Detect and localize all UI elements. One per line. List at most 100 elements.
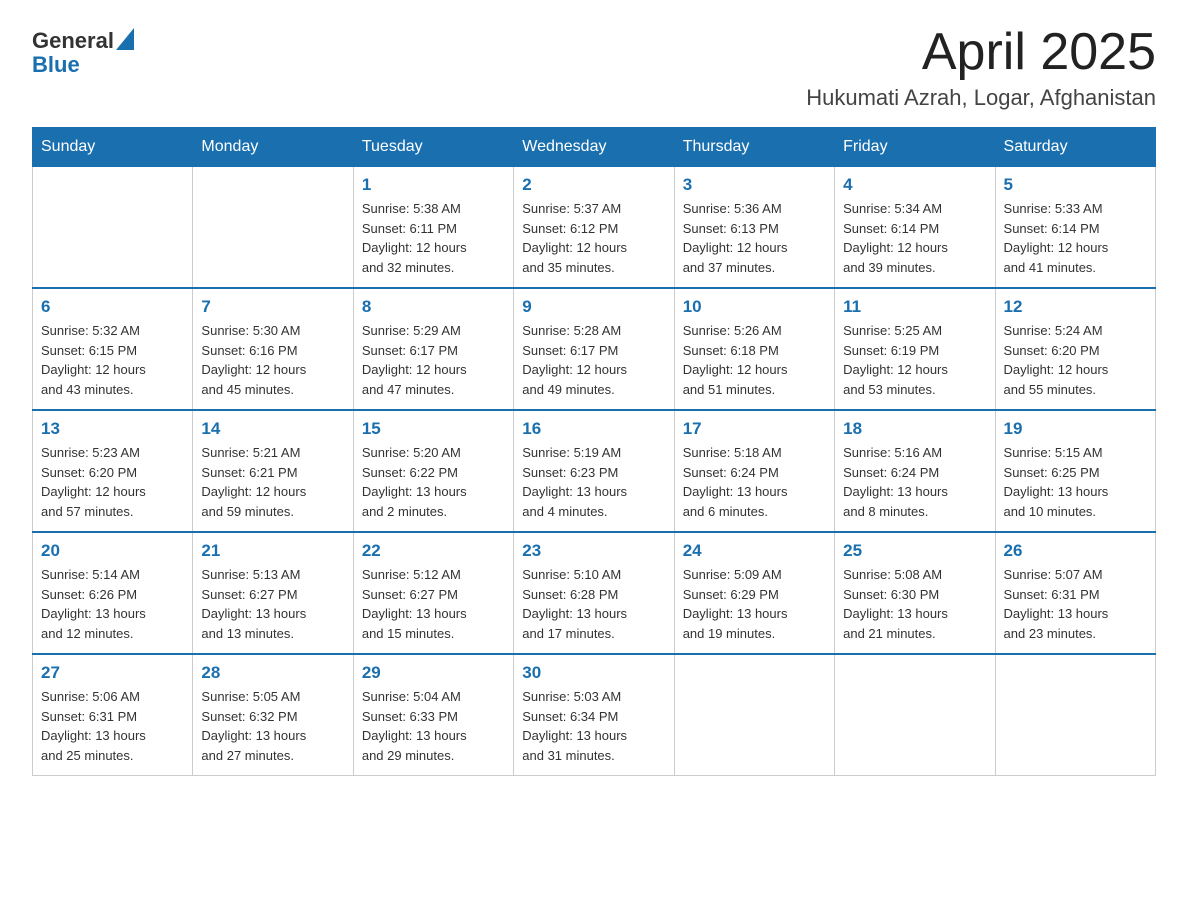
week-row-3: 13 Sunrise: 5:23 AMSunset: 6:20 PMDayligh… bbox=[33, 410, 1156, 532]
calendar-cell: 23Sunrise: 5:10 AMSunset: 6:28 PMDayligh… bbox=[514, 532, 674, 654]
day-number: 13 bbox=[41, 419, 184, 439]
day-number: 10 bbox=[683, 297, 826, 317]
day-number: 17 bbox=[683, 419, 826, 439]
day-info: Sunrise: 5:14 AMSunset: 6:26 PMDaylight:… bbox=[41, 565, 184, 643]
day-info: Sunrise: 5:28 AMSunset: 6:17 PMDaylight:… bbox=[522, 321, 665, 399]
day-number: 16 bbox=[522, 419, 665, 439]
day-number: 24 bbox=[683, 541, 826, 561]
calendar-cell: 14 Sunrise: 5:21 AMSunset: 6:21 PMDayligh… bbox=[193, 410, 353, 532]
calendar-cell: 18 Sunrise: 5:16 AMSunset: 6:24 PMDayligh… bbox=[835, 410, 995, 532]
day-number: 12 bbox=[1004, 297, 1147, 317]
weekday-header-tuesday: Tuesday bbox=[353, 128, 513, 167]
calendar-cell: 25 Sunrise: 5:08 AMSunset: 6:30 PMDayligh… bbox=[835, 532, 995, 654]
calendar-cell: 28Sunrise: 5:05 AMSunset: 6:32 PMDayligh… bbox=[193, 654, 353, 776]
calendar-cell: 4Sunrise: 5:34 AMSunset: 6:14 PMDaylight… bbox=[835, 167, 995, 289]
logo: General Blue bbox=[32, 28, 134, 78]
day-number: 23 bbox=[522, 541, 665, 561]
day-number: 5 bbox=[1004, 175, 1147, 195]
day-info: Sunrise: 5:15 AMSunset: 6:25 PMDaylight:… bbox=[1004, 443, 1147, 521]
calendar-cell: 24 Sunrise: 5:09 AMSunset: 6:29 PMDayligh… bbox=[674, 532, 834, 654]
logo-general: General bbox=[32, 30, 114, 52]
day-info: Sunrise: 5:03 AMSunset: 6:34 PMDaylight:… bbox=[522, 687, 665, 765]
day-number: 18 bbox=[843, 419, 986, 439]
day-info: Sunrise: 5:20 AMSunset: 6:22 PMDaylight:… bbox=[362, 443, 505, 521]
calendar-cell: 21Sunrise: 5:13 AMSunset: 6:27 PMDayligh… bbox=[193, 532, 353, 654]
day-number: 4 bbox=[843, 175, 986, 195]
logo-blue: Blue bbox=[32, 52, 80, 77]
day-info: Sunrise: 5:29 AMSunset: 6:17 PMDaylight:… bbox=[362, 321, 505, 399]
calendar-cell: 22 Sunrise: 5:12 AMSunset: 6:27 PMDayligh… bbox=[353, 532, 513, 654]
week-row-4: 20 Sunrise: 5:14 AMSunset: 6:26 PMDayligh… bbox=[33, 532, 1156, 654]
day-number: 8 bbox=[362, 297, 505, 317]
calendar-cell: 30 Sunrise: 5:03 AMSunset: 6:34 PMDayligh… bbox=[514, 654, 674, 776]
day-info: Sunrise: 5:37 AMSunset: 6:12 PMDaylight:… bbox=[522, 199, 665, 277]
weekday-header-row: SundayMondayTuesdayWednesdayThursdayFrid… bbox=[33, 128, 1156, 167]
calendar-cell: 16 Sunrise: 5:19 AMSunset: 6:23 PMDayligh… bbox=[514, 410, 674, 532]
weekday-header-friday: Friday bbox=[835, 128, 995, 167]
weekday-header-saturday: Saturday bbox=[995, 128, 1155, 167]
page-header: General Blue April 2025 Hukumati Azrah, … bbox=[32, 24, 1156, 111]
calendar-cell: 12 Sunrise: 5:24 AMSunset: 6:20 PMDayligh… bbox=[995, 288, 1155, 410]
calendar-title: April 2025 bbox=[806, 24, 1156, 81]
day-number: 19 bbox=[1004, 419, 1147, 439]
day-number: 7 bbox=[201, 297, 344, 317]
day-info: Sunrise: 5:38 AMSunset: 6:11 PMDaylight:… bbox=[362, 199, 505, 277]
day-number: 22 bbox=[362, 541, 505, 561]
weekday-header-sunday: Sunday bbox=[33, 128, 193, 167]
calendar-table: SundayMondayTuesdayWednesdayThursdayFrid… bbox=[32, 127, 1156, 776]
weekday-header-wednesday: Wednesday bbox=[514, 128, 674, 167]
week-row-2: 6 Sunrise: 5:32 AMSunset: 6:15 PMDaylight… bbox=[33, 288, 1156, 410]
day-info: Sunrise: 5:33 AMSunset: 6:14 PMDaylight:… bbox=[1004, 199, 1147, 277]
day-number: 25 bbox=[843, 541, 986, 561]
day-info: Sunrise: 5:19 AMSunset: 6:23 PMDaylight:… bbox=[522, 443, 665, 521]
day-number: 20 bbox=[41, 541, 184, 561]
calendar-cell: 19 Sunrise: 5:15 AMSunset: 6:25 PMDayligh… bbox=[995, 410, 1155, 532]
calendar-cell: 13 Sunrise: 5:23 AMSunset: 6:20 PMDayligh… bbox=[33, 410, 193, 532]
calendar-cell: 2 Sunrise: 5:37 AMSunset: 6:12 PMDaylight… bbox=[514, 167, 674, 289]
day-number: 30 bbox=[522, 663, 665, 683]
day-number: 27 bbox=[41, 663, 184, 683]
calendar-cell: 26Sunrise: 5:07 AMSunset: 6:31 PMDayligh… bbox=[995, 532, 1155, 654]
calendar-cell: 29Sunrise: 5:04 AMSunset: 6:33 PMDayligh… bbox=[353, 654, 513, 776]
day-info: Sunrise: 5:23 AMSunset: 6:20 PMDaylight:… bbox=[41, 443, 184, 521]
calendar-cell: 9 Sunrise: 5:28 AMSunset: 6:17 PMDaylight… bbox=[514, 288, 674, 410]
title-block: April 2025 Hukumati Azrah, Logar, Afghan… bbox=[806, 24, 1156, 111]
day-info: Sunrise: 5:16 AMSunset: 6:24 PMDaylight:… bbox=[843, 443, 986, 521]
day-info: Sunrise: 5:24 AMSunset: 6:20 PMDaylight:… bbox=[1004, 321, 1147, 399]
day-info: Sunrise: 5:12 AMSunset: 6:27 PMDaylight:… bbox=[362, 565, 505, 643]
calendar-cell: 3 Sunrise: 5:36 AMSunset: 6:13 PMDaylight… bbox=[674, 167, 834, 289]
calendar-cell bbox=[193, 167, 353, 289]
day-info: Sunrise: 5:08 AMSunset: 6:30 PMDaylight:… bbox=[843, 565, 986, 643]
day-number: 11 bbox=[843, 297, 986, 317]
day-number: 1 bbox=[362, 175, 505, 195]
weekday-header-thursday: Thursday bbox=[674, 128, 834, 167]
calendar-cell: 15Sunrise: 5:20 AMSunset: 6:22 PMDayligh… bbox=[353, 410, 513, 532]
calendar-cell bbox=[33, 167, 193, 289]
weekday-header-monday: Monday bbox=[193, 128, 353, 167]
calendar-cell bbox=[995, 654, 1155, 776]
calendar-cell: 7 Sunrise: 5:30 AMSunset: 6:16 PMDaylight… bbox=[193, 288, 353, 410]
day-info: Sunrise: 5:30 AMSunset: 6:16 PMDaylight:… bbox=[201, 321, 344, 399]
calendar-cell: 5 Sunrise: 5:33 AMSunset: 6:14 PMDaylight… bbox=[995, 167, 1155, 289]
day-number: 29 bbox=[362, 663, 505, 683]
day-info: Sunrise: 5:21 AMSunset: 6:21 PMDaylight:… bbox=[201, 443, 344, 521]
calendar-cell: 17 Sunrise: 5:18 AMSunset: 6:24 PMDayligh… bbox=[674, 410, 834, 532]
day-info: Sunrise: 5:09 AMSunset: 6:29 PMDaylight:… bbox=[683, 565, 826, 643]
calendar-cell: 6 Sunrise: 5:32 AMSunset: 6:15 PMDaylight… bbox=[33, 288, 193, 410]
day-info: Sunrise: 5:36 AMSunset: 6:13 PMDaylight:… bbox=[683, 199, 826, 277]
logo-triangle-icon bbox=[116, 28, 134, 50]
day-number: 2 bbox=[522, 175, 665, 195]
day-info: Sunrise: 5:05 AMSunset: 6:32 PMDaylight:… bbox=[201, 687, 344, 765]
day-number: 26 bbox=[1004, 541, 1147, 561]
day-number: 3 bbox=[683, 175, 826, 195]
calendar-cell: 27Sunrise: 5:06 AMSunset: 6:31 PMDayligh… bbox=[33, 654, 193, 776]
calendar-subtitle: Hukumati Azrah, Logar, Afghanistan bbox=[806, 85, 1156, 111]
day-info: Sunrise: 5:25 AMSunset: 6:19 PMDaylight:… bbox=[843, 321, 986, 399]
day-number: 6 bbox=[41, 297, 184, 317]
day-number: 14 bbox=[201, 419, 344, 439]
day-number: 9 bbox=[522, 297, 665, 317]
day-info: Sunrise: 5:32 AMSunset: 6:15 PMDaylight:… bbox=[41, 321, 184, 399]
day-info: Sunrise: 5:18 AMSunset: 6:24 PMDaylight:… bbox=[683, 443, 826, 521]
calendar-cell: 1 Sunrise: 5:38 AMSunset: 6:11 PMDaylight… bbox=[353, 167, 513, 289]
calendar-cell: 8 Sunrise: 5:29 AMSunset: 6:17 PMDaylight… bbox=[353, 288, 513, 410]
